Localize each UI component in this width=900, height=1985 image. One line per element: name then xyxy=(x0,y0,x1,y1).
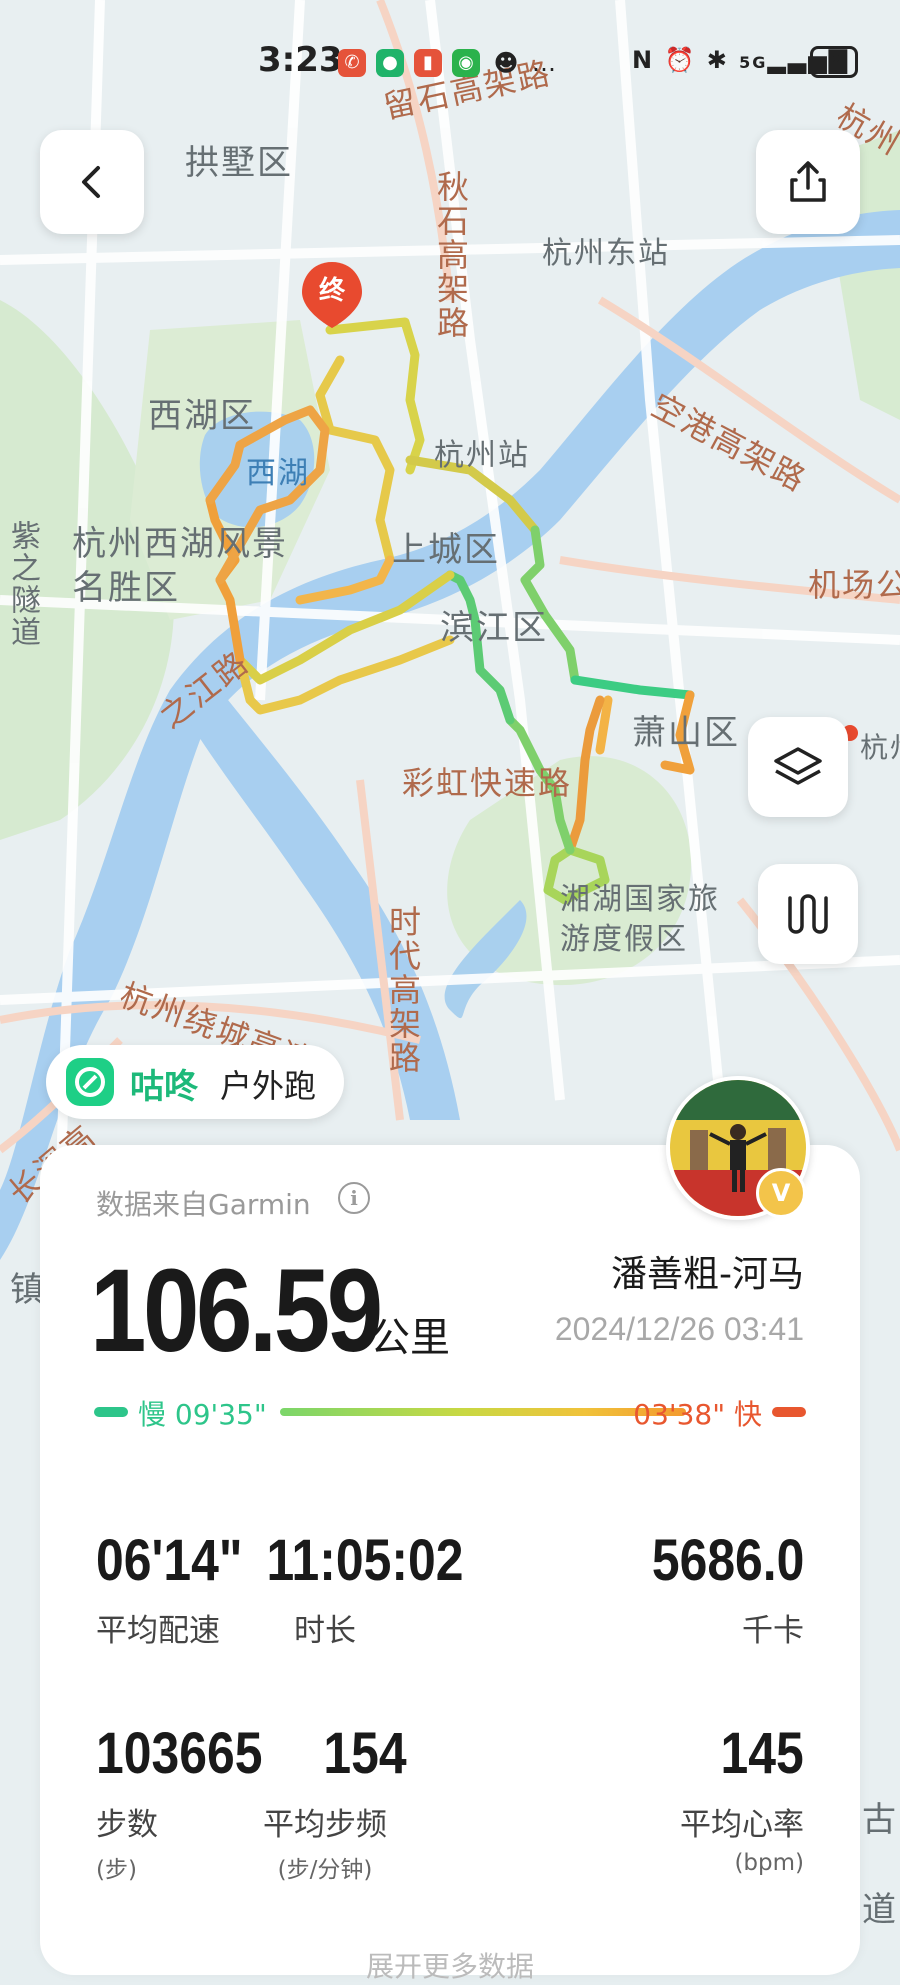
map-label-binjiang: 滨江区 xyxy=(440,608,548,648)
app-notification-icon: ● xyxy=(376,49,404,77)
workout-summary-card: 数据来自Garmin i 106.59 公里 潘善粗-河马 2024/12/26… xyxy=(40,1145,860,1983)
bluetooth-icon: ✱ xyxy=(706,46,729,74)
map-label-dao: 道 xyxy=(862,1890,898,1930)
share-icon xyxy=(790,161,826,202)
info-icon[interactable]: i xyxy=(338,1182,370,1214)
back-button[interactable] xyxy=(40,130,144,234)
status-time: 3:23 xyxy=(258,40,343,80)
fast-pace-label: 03'38" 快 xyxy=(633,1398,762,1431)
verified-badge-icon: V xyxy=(756,1168,806,1218)
avg-heart-rate-value: 145 xyxy=(720,1721,804,1786)
map-label-scenic-area: 杭州西湖风景名胜区 xyxy=(72,524,288,608)
map-layers-button[interactable] xyxy=(748,717,848,817)
map-label-qiushi-road: 秋石高架路 xyxy=(432,170,470,340)
status-bar: 3:23 ✆ ● ▮ ◉ ☻ … N ⏰ ✱ 5G▂▃▅▇ 2 xyxy=(0,40,900,90)
calories-label: 千卡 xyxy=(742,1613,804,1649)
avg-cadence-unit: (步/分钟) xyxy=(277,1857,373,1883)
layers-icon xyxy=(774,747,822,785)
data-source-label: 数据来自Garmin xyxy=(96,1188,311,1221)
avg-heart-rate-unit: (bpm) xyxy=(734,1850,804,1876)
expand-more-data-button[interactable]: 展开更多数据 xyxy=(40,1945,860,1985)
app-notification-icon: ▮ xyxy=(414,49,442,77)
share-button[interactable] xyxy=(756,130,860,234)
app-brand-name: 咕咚 xyxy=(130,1067,198,1107)
duration-value: 11:05:02 xyxy=(266,1528,464,1593)
map-label-hangzhou-edge: 杭州 xyxy=(860,731,900,764)
map-label-hz-station: 杭州站 xyxy=(434,438,530,473)
map-label-caihong-road: 彩虹快速路 xyxy=(402,764,573,802)
map-label-xihu-district: 西湖区 xyxy=(148,396,256,436)
more-notifications-icon: … xyxy=(532,49,556,77)
distance-value: 106.59 xyxy=(90,1245,383,1377)
map-label-xianghu: 湘湖国家旅游度假区 xyxy=(560,882,720,957)
activity-type: 户外跑 xyxy=(220,1067,317,1105)
app-brand-chip: 咕咚 户外跑 xyxy=(46,1045,344,1119)
calories-value: 5686.0 xyxy=(651,1528,804,1593)
qq-icon: ☻ xyxy=(493,49,519,77)
wechat-icon: ◉ xyxy=(452,49,480,77)
missed-call-icon: ✆ xyxy=(338,49,366,77)
avg-heart-rate-label: 平均心率 xyxy=(680,1807,804,1843)
slow-pace-swatch xyxy=(94,1407,128,1417)
avg-cadence-label: 平均步频 xyxy=(263,1807,387,1843)
duration-label: 时长 xyxy=(294,1613,356,1649)
nfc-icon: N xyxy=(632,46,655,74)
map-label-zizhi-tunnel: 紫之隧道 xyxy=(5,520,40,648)
map-label-xiaoshan: 萧山区 xyxy=(632,713,740,753)
user-name[interactable]: 潘善粗-河马 xyxy=(611,1245,804,1297)
fast-pace-swatch xyxy=(772,1407,806,1417)
battery-indicator: 2 xyxy=(810,46,858,78)
route-end-marker[interactable]: 终 xyxy=(316,270,348,307)
route-icon xyxy=(788,894,828,934)
map-label-jichang-road: 机场公 xyxy=(808,566,900,604)
route-animation-button[interactable] xyxy=(758,864,858,964)
workout-datetime: 2024/12/26 03:41 xyxy=(554,1311,804,1347)
map-label-shangcheng: 上城区 xyxy=(392,530,500,570)
map-label-gu: 古 xyxy=(862,1800,898,1840)
pace-gradient-bar xyxy=(280,1408,686,1416)
map-label-shidai-road: 时代高架路 xyxy=(384,905,422,1075)
back-arrow-icon xyxy=(82,166,100,198)
pace-legend: 慢 09'35" 03'38" 快 xyxy=(94,1393,806,1433)
network-label: 5G xyxy=(739,53,768,72)
distance-unit: 公里 xyxy=(370,1315,450,1361)
map-label-hz-east-station: 杭州东站 xyxy=(542,236,670,271)
alarm-icon: ⏰ xyxy=(664,46,697,74)
avg-cadence-value: 154 xyxy=(323,1721,407,1786)
slow-pace-label: 慢 09'35" xyxy=(138,1398,267,1431)
map-label-gongshu: 拱墅区 xyxy=(185,143,293,183)
codoon-logo-icon xyxy=(66,1058,114,1106)
map-label-west-lake: 西湖 xyxy=(246,456,310,491)
